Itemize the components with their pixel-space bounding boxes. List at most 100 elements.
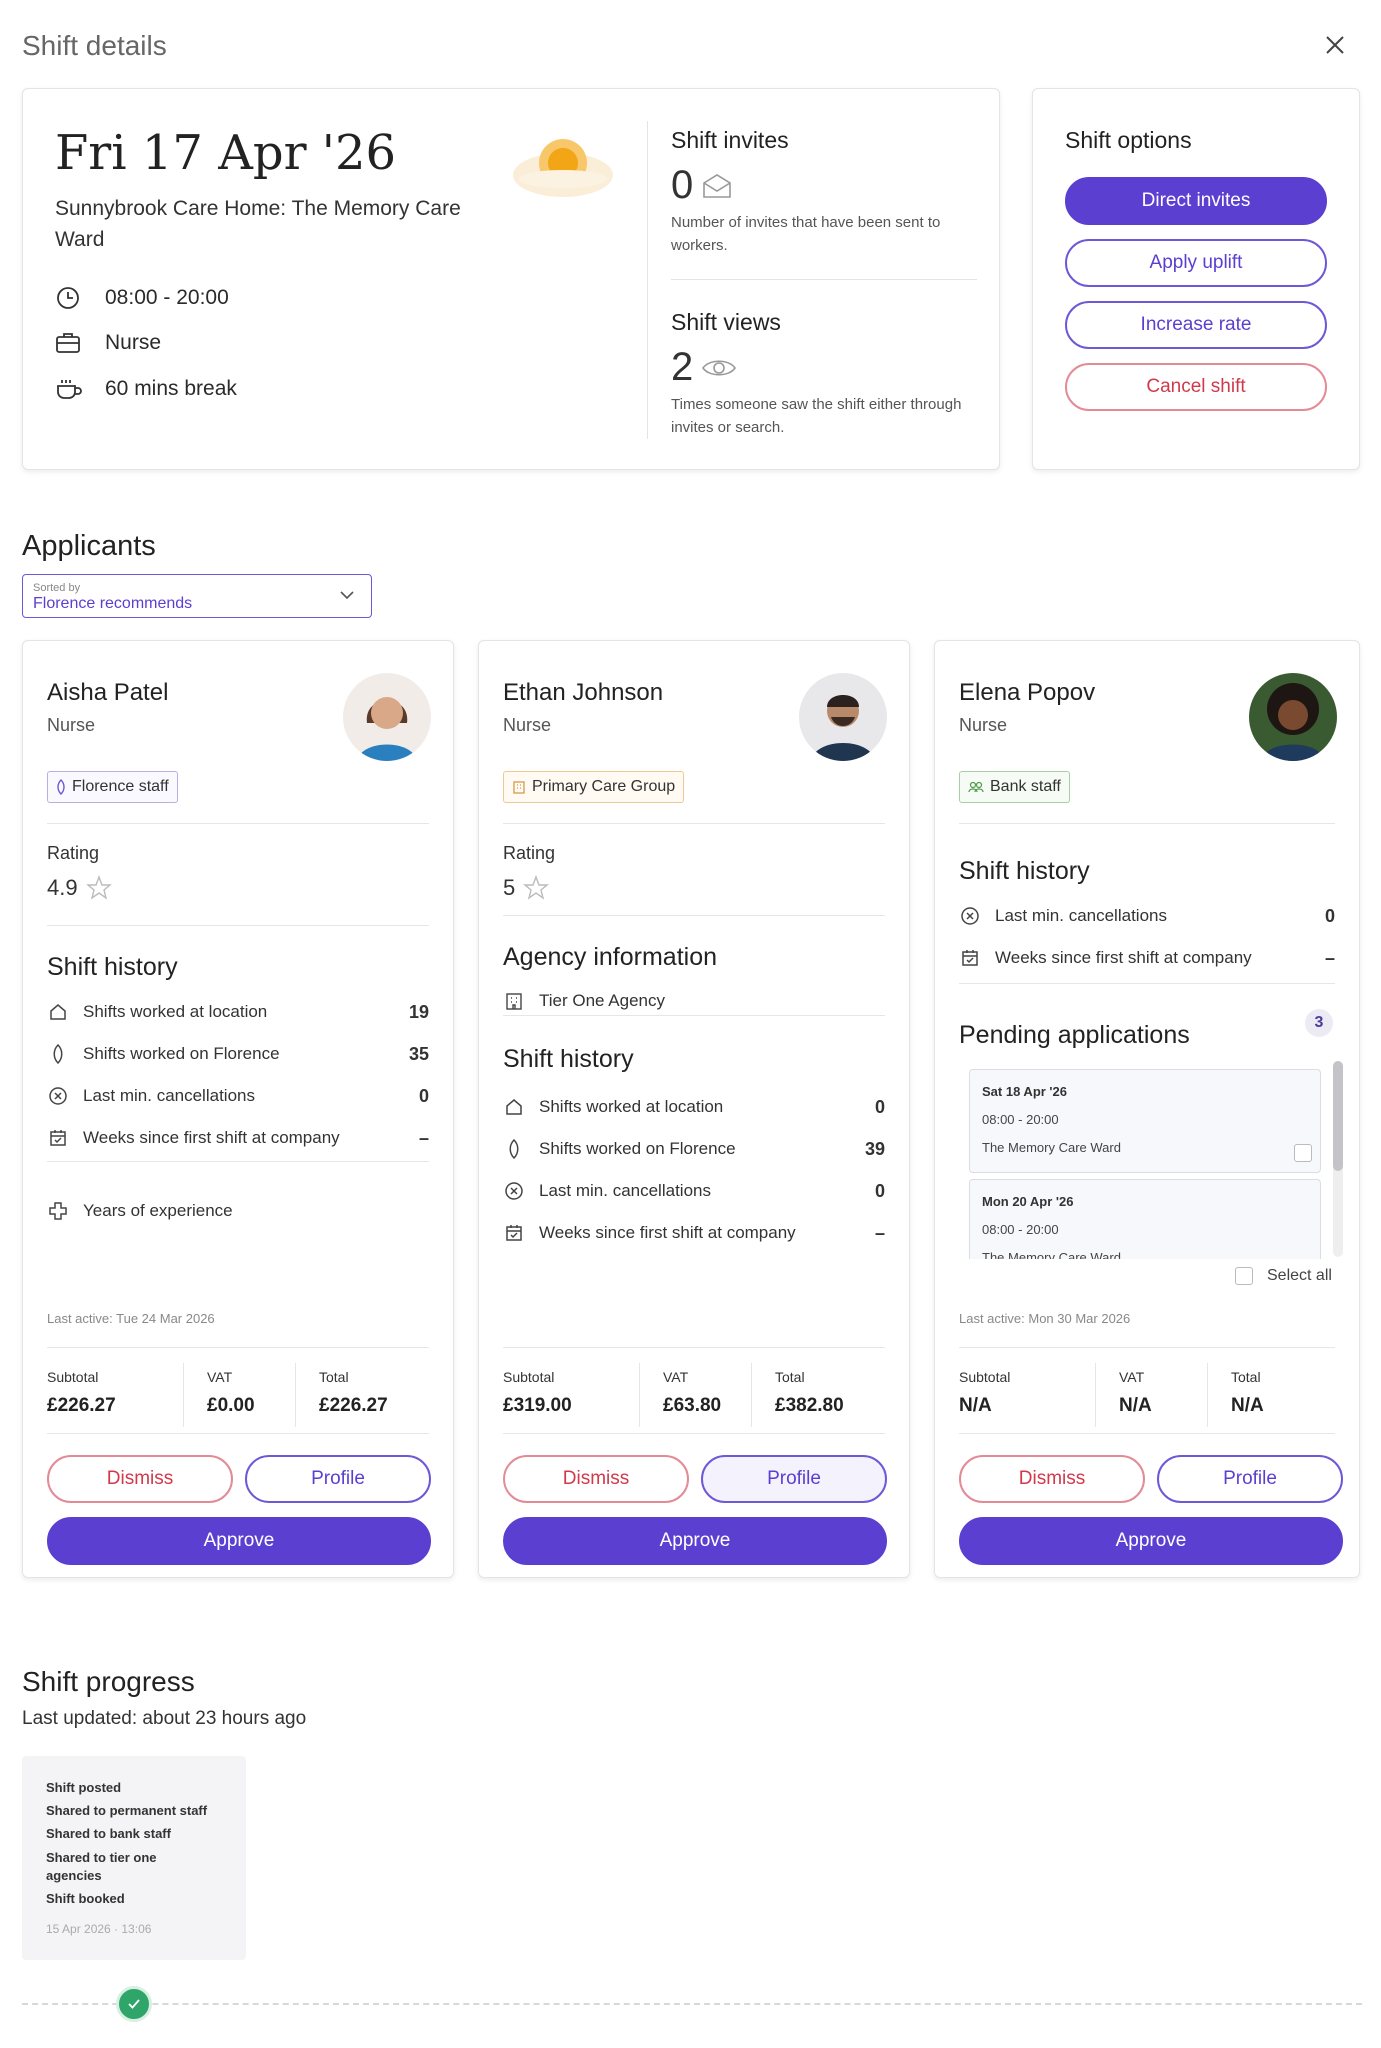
history-row: Shifts worked on Florence 39 [503, 1129, 885, 1169]
progress-step: Shift booked [46, 1891, 125, 1906]
pending-item[interactable]: Sat 18 Apr '26 08:00 - 20:00 The Memory … [969, 1069, 1321, 1173]
select-all-row[interactable]: Select all [1235, 1267, 1332, 1285]
agency-title: Agency information [503, 943, 718, 971]
increase-rate-button[interactable]: Increase rate [1065, 301, 1327, 349]
progress-step: Shared to tier one agencies [46, 1850, 157, 1883]
dismiss-button[interactable]: Dismiss [47, 1455, 233, 1503]
shift-options-title: Shift options [1065, 127, 1192, 153]
profile-button[interactable]: Profile [1157, 1455, 1343, 1503]
divider [503, 915, 885, 916]
divider [671, 279, 977, 280]
history-title: Shift history [959, 857, 1090, 885]
divider [183, 1363, 184, 1427]
pending-title: Pending applications [959, 1021, 1190, 1049]
history-row: Shifts worked on Florence 35 [47, 1034, 429, 1074]
coffee-icon [55, 377, 85, 401]
florence-icon [56, 779, 66, 795]
break-row: 60 mins break [55, 377, 237, 401]
scrollbar-thumb[interactable] [1333, 1061, 1343, 1171]
plus-cross-icon [47, 1200, 69, 1222]
profile-button[interactable]: Profile [245, 1455, 431, 1503]
experience-row: Years of experience [47, 1191, 429, 1231]
pending-date: Sat 18 Apr '26 [982, 1084, 1067, 1099]
rating-row: 4.9 [47, 875, 112, 901]
divider [959, 983, 1335, 984]
pending-item[interactable]: Mon 20 Apr '26 08:00 - 20:00 The Memory … [969, 1179, 1321, 1259]
views-desc: Times someone saw the shift either throu… [671, 396, 962, 436]
dismiss-button[interactable]: Dismiss [959, 1455, 1145, 1503]
divider [47, 823, 429, 824]
history-title: Shift history [503, 1045, 634, 1073]
price-subtotal: Subtotal £319.00 [503, 1369, 572, 1416]
history-row: Last min. cancellations 0 [503, 1171, 885, 1211]
avatar[interactable] [343, 673, 431, 761]
cancel-circle-icon [47, 1085, 69, 1107]
price-total: Total N/A [1231, 1369, 1264, 1416]
dismiss-button[interactable]: Dismiss [503, 1455, 689, 1503]
calendar-icon [47, 1127, 69, 1149]
people-icon [968, 781, 984, 793]
eye-icon [701, 356, 737, 380]
last-active: Last active: Mon 30 Mar 2026 [959, 1311, 1131, 1326]
shift-date: Fri 17 Apr '26 [55, 125, 397, 181]
building-icon [512, 780, 526, 794]
clock-icon [55, 285, 85, 311]
cancel-shift-button[interactable]: Cancel shift [1065, 363, 1327, 411]
scrollbar[interactable] [1333, 1061, 1343, 1257]
divider [647, 121, 648, 439]
applicant-card: Aisha Patel Nurse Florence staff Rating … [22, 640, 454, 1578]
invites-desc: Number of invites that have been sent to… [671, 214, 941, 254]
applicant-name: Ethan Johnson [503, 679, 664, 706]
price-total: Total £226.27 [319, 1369, 388, 1416]
divider [47, 1347, 429, 1348]
close-icon[interactable] [1322, 32, 1348, 58]
divider [295, 1363, 296, 1427]
invites-title: Shift invites [671, 127, 789, 153]
agency-tag: Primary Care Group [503, 771, 685, 803]
progress-step: Shift posted [46, 1780, 122, 1795]
divider [503, 823, 885, 824]
building-icon [503, 990, 525, 1012]
approve-button[interactable]: Approve [503, 1517, 887, 1565]
select-all-checkbox[interactable] [1235, 1267, 1253, 1285]
progress-updated: Last updated: about 23 hours ago [22, 1708, 307, 1729]
time-row: 08:00 - 20:00 [55, 285, 229, 311]
divider [959, 1433, 1335, 1434]
approve-button[interactable]: Approve [47, 1517, 431, 1565]
applicant-role: Nurse [47, 715, 96, 735]
profile-button[interactable]: Profile [701, 1455, 887, 1503]
pending-list[interactable]: Sat 18 Apr '26 08:00 - 20:00 The Memory … [959, 1059, 1351, 1259]
views-count-row: 2 [671, 345, 737, 390]
sort-dropdown[interactable]: Sorted by Florence recommends [22, 574, 372, 618]
history-row: Shifts worked at location 0 [503, 1087, 885, 1127]
rating-label: Rating [47, 843, 100, 863]
applicant-card: Elena Popov Nurse Bank staff Shift histo… [934, 640, 1360, 1578]
applicant-name: Elena Popov [959, 679, 1096, 706]
progress-title: Shift progress [22, 1666, 195, 1697]
role-row: Nurse [55, 331, 161, 355]
avatar[interactable] [799, 673, 887, 761]
check-icon [116, 1986, 152, 2022]
progress-event-card: Shift posted Shared to permanent staff S… [22, 1756, 246, 1960]
direct-invites-button[interactable]: Direct invites [1065, 177, 1327, 225]
history-row: Shifts worked at location 19 [47, 992, 429, 1032]
approve-button[interactable]: Approve [959, 1517, 1343, 1565]
avatar[interactable] [1249, 673, 1337, 761]
applicant-role: Nurse [503, 715, 552, 735]
history-row: Last min. cancellations 0 [47, 1076, 429, 1116]
apply-uplift-button[interactable]: Apply uplift [1065, 239, 1327, 287]
last-active: Last active: Tue 24 Mar 2026 [47, 1311, 215, 1326]
divider [959, 1347, 1335, 1348]
divider [1207, 1363, 1208, 1427]
divider [1095, 1363, 1096, 1427]
history-title: Shift history [47, 953, 178, 981]
progress-timestamp: 15 Apr 2026 · 13:06 [46, 1922, 152, 1936]
pending-checkbox[interactable] [1294, 1144, 1312, 1162]
history-row: Weeks since first shift at company – [47, 1118, 429, 1158]
home-icon [503, 1096, 525, 1118]
sort-value: Florence recommends [33, 595, 193, 612]
price-subtotal: Subtotal £226.27 [47, 1369, 116, 1416]
price-vat: VAT £63.80 [663, 1369, 722, 1416]
views-count: 2 [671, 345, 694, 389]
price-total: Total £382.80 [775, 1369, 844, 1416]
